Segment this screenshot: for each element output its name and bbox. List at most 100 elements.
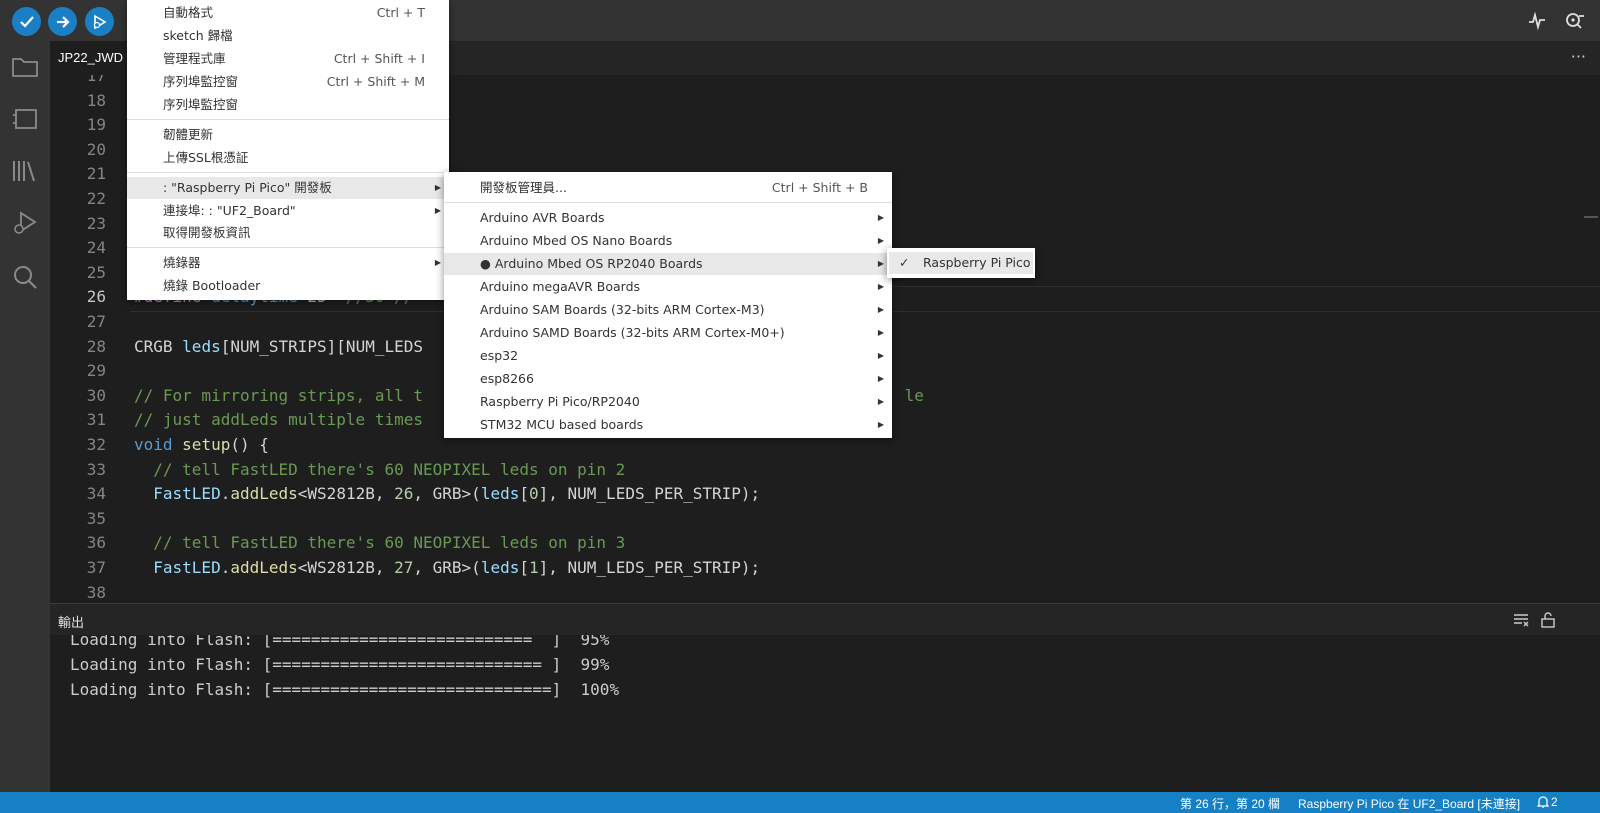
menu-item-label: Arduino megaAVR Boards [480,279,641,294]
menu-separator [127,247,449,248]
board-platform-item[interactable]: esp32 ▶ [444,345,892,367]
menu-item-serial-plotter[interactable]: 序列埠監控窗 [127,94,449,116]
line-number: 25 [86,262,106,282]
line-number: 36 [86,533,106,553]
menu-item-port[interactable]: 連接埠: : "UF2_Board" ▶ [127,200,449,222]
menu-item-label: 取得開發板資訊 [163,225,251,240]
menu-item-label: esp32 [480,348,519,363]
pulse-icon [1529,11,1545,31]
scroll-lock-button[interactable] [1538,610,1558,630]
menu-item-label: 管理程式庫 [163,51,226,66]
menu-item-label: 序列埠監控窗 [163,74,239,89]
serial-monitor-button[interactable] [1560,7,1588,35]
menu-item-label: Arduino SAM Boards (32-bits ARM Cortex-M… [480,302,765,317]
debug-icon [93,14,107,29]
board-platform-item[interactable]: esp8266 ▶ [444,368,892,390]
menu-separator [444,202,892,203]
menu-item-board-info[interactable]: 取得開發板資訊 [127,222,449,244]
notification-count: 2 [1551,795,1558,809]
more-actions-icon[interactable]: ··· [1571,47,1586,66]
menu-item-burn-bootloader[interactable]: 燒錄 Bootloader [127,275,449,297]
submenu-arrow-icon: ▶ [877,420,884,429]
clear-output-button[interactable] [1511,610,1531,630]
line-number: 23 [86,213,106,233]
menu-item-shortcut: Ctrl + T [376,5,425,20]
line-number: 32 [86,435,106,454]
tab-sketch[interactable]: JP22_JWD [50,41,132,75]
library-icon [13,161,35,182]
menu-item-auto-format[interactable]: 自動格式 Ctrl + T [127,2,449,24]
board-icon [13,109,37,129]
menu-item-label: STM32 MCU based boards [480,417,644,432]
code-text: // just addLeds multiple times [134,410,423,430]
board-platform-item[interactable]: Arduino SAMD Boards (32-bits ARM Cortex-… [444,322,892,344]
submenu-arrow-icon: ▶ [434,258,441,267]
code-text: void setup() { [134,435,269,454]
code-line: 35 [50,506,1600,531]
board-platform-item[interactable]: Arduino SAM Boards (32-bits ARM Cortex-M… [444,299,892,321]
board-platform-item[interactable]: Arduino Mbed OS Nano Boards ▶ [444,230,892,252]
submenu-arrow-icon: ▶ [434,183,441,192]
menu-item-serial-monitor[interactable]: 序列埠監控窗 Ctrl + Shift + M [127,71,449,93]
menu-item-label: Arduino Mbed OS Nano Boards [480,233,673,248]
output-line: Loading into Flash: [===================… [70,635,610,649]
line-number: 22 [86,189,106,208]
menu-separator [127,119,449,120]
line-number: 34 [86,484,106,504]
menu-item-manage-libraries[interactable]: 管理程式庫 Ctrl + Shift + I [127,48,449,70]
submenu-arrow-icon: ▶ [877,259,884,268]
menu-item-label: Arduino SAMD Boards (32-bits ARM Cortex-… [480,325,785,340]
search-button[interactable] [9,261,41,293]
menu-item-label: 連接埠: : "UF2_Board" [163,203,296,218]
menu-item-firmware-update[interactable]: 韌體更新 [127,124,449,146]
unlock-icon [1541,612,1555,628]
sketchbook-button[interactable] [9,51,41,83]
menu-item-label: 序列埠監控窗 [163,97,239,112]
line-number: 30 [86,385,106,405]
line-number: 28 [86,336,106,356]
submenu-arrow-icon: ▶ [877,282,884,291]
code-text: FastLED.addLeds<WS2812B, 27, GRB>(leds[1… [153,558,761,577]
boards-manager-button[interactable] [9,103,41,135]
cursor-position[interactable]: 第 26 行，第 20 欄 [1180,795,1280,812]
board-platform-item[interactable]: Arduino AVR Boards ▶ [444,207,892,229]
debug-button[interactable] [85,7,114,36]
line-number: 35 [86,508,106,528]
bell-icon [1537,795,1549,808]
line-number: 18 [86,90,106,110]
menu-item-label: Raspberry Pi Pico/RP2040 [480,394,640,409]
arrow-right-icon [56,15,70,28]
ide-window: JP22_JWD ··· 17181920212223242526#define… [0,0,1600,813]
board-item-raspberry-pi-pico[interactable]: ✓ Raspberry Pi Pico [889,252,1033,274]
scroll-marker [1584,216,1598,218]
line-number: 21 [86,164,106,184]
line-number: 37 [86,558,106,577]
board-platform-item[interactable]: Raspberry Pi Pico/RP2040 ▶ [444,391,892,413]
serial-plotter-button[interactable] [1523,7,1551,35]
debug-panel-button[interactable] [9,207,41,239]
menu-item-label: sketch 歸檔 [163,28,233,43]
menu-item-boards-manager[interactable]: 開發板管理員... Ctrl + Shift + B [444,177,892,199]
code-line: 34 FastLED.addLeds<WS2812B, 26, GRB>(led… [50,481,1600,506]
submenu-arrow-icon: ▶ [434,206,441,215]
code-text: // tell FastLED there's 60 NEOPIXEL leds… [134,459,626,479]
board-platform-item-selected[interactable]: ● Arduino Mbed OS RP2040 Boards ▶ [444,253,892,275]
board-status[interactable]: Raspberry Pi Pico 在 UF2_Board [未連接] [1298,795,1520,812]
status-bar: 第 26 行，第 20 欄 Raspberry Pi Pico 在 UF2_Bo… [0,792,1600,813]
menu-item-programmer[interactable]: 燒錄器 ▶ [127,252,449,274]
menu-separator [127,172,449,173]
menu-item-archive-sketch[interactable]: sketch 歸檔 [127,25,449,47]
library-manager-button[interactable] [9,155,41,187]
board-platform-item[interactable]: STM32 MCU based boards ▶ [444,414,892,436]
output-line: Loading into Flash: [===================… [70,655,610,674]
folder-icon [12,58,38,77]
code-line: 38 [50,580,1600,603]
menu-item-upload-ssl[interactable]: 上傳SSL根憑証 [127,147,449,169]
notifications[interactable]: 2 [1537,795,1558,809]
board-platform-item[interactable]: Arduino megaAVR Boards ▶ [444,276,892,298]
verify-button[interactable] [12,7,41,36]
upload-button[interactable] [48,7,77,36]
menu-item-board[interactable]: : "Raspberry Pi Pico" 開發板 ▶ [127,177,449,199]
check-icon: ✓ [899,255,910,270]
editor-scrollbar[interactable] [1584,75,1598,603]
